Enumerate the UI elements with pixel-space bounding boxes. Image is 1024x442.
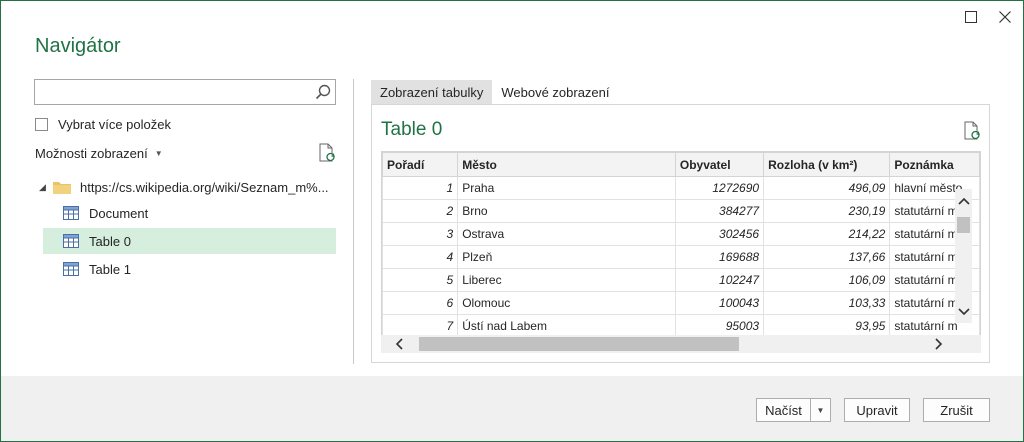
load-dropdown-button[interactable]: ▼ [811,398,831,422]
table-cell: 230,19 [763,199,891,223]
table-icon [63,234,79,248]
close-button[interactable] [995,7,1015,27]
table-row: 5 Liberec 102247 106,09 statutární m [382,268,980,292]
data-table: Pořadí Město Obyvatel Rozloha (v km²) Po… [382,152,980,338]
horizontal-scrollbar[interactable] [381,335,981,353]
table-row: 3 Ostrava 302456 214,22 statutární m [382,222,980,246]
table-row: 1 Praha 1272690 496,09 hlavní město [382,176,980,200]
select-multiple-row[interactable]: Vybrat více položek [35,115,171,133]
select-multiple-label: Vybrat více položek [58,116,171,132]
dialog-title: Navigátor [35,35,121,57]
tree-root-label: https://cs.wikipedia.org/wiki/Seznam_m%.… [80,179,329,195]
table-cell: 6 [382,291,459,315]
refresh-icon[interactable] [962,121,982,141]
table-cell: Praha [457,176,676,200]
tab-web-view[interactable]: Webové zobrazení [492,80,618,104]
scroll-left-icon[interactable] [389,335,409,353]
tree-item-document[interactable]: Document [43,200,336,226]
close-icon [999,11,1011,23]
display-options-dropdown[interactable]: Možnosti zobrazení ▼ [35,144,163,162]
scroll-up-icon[interactable] [955,189,972,213]
search-box [34,79,336,105]
column-header[interactable]: Rozloha (v km²) [763,152,891,177]
table-row: 4 Plzeň 169688 137,66 statutární m [382,245,980,269]
table-cell: Liberec [457,268,676,292]
table-cell: 214,22 [763,222,891,246]
column-header[interactable]: Město [457,152,676,177]
scroll-down-icon[interactable] [955,301,972,323]
table-cell: 2 [382,199,459,223]
data-grid: Pořadí Město Obyvatel Rozloha (v km²) Po… [381,151,981,353]
dialog-footer: Načíst ▼ Upravit Zrušit [1,376,1023,441]
tree-item-label: Table 1 [89,261,131,277]
horizontal-scroll-thumb[interactable] [419,337,739,351]
display-options-label: Možnosti zobrazení [35,145,148,161]
cancel-button[interactable]: Zrušit [923,398,990,422]
column-header[interactable]: Poznámka [889,152,980,177]
column-header[interactable]: Pořadí [382,152,459,177]
maximize-icon [965,11,977,23]
tree-item-table-1[interactable]: Table 1 [43,256,336,282]
collapse-arrow-icon[interactable]: ◢ [39,182,53,193]
select-multiple-checkbox[interactable] [35,117,48,131]
tree-item-label: Table 0 [89,233,131,249]
table-cell: Olomouc [457,291,676,315]
search-input[interactable] [35,80,311,104]
folder-icon [53,181,71,194]
table-cell: Brno [457,199,676,223]
table-cell: 102247 [674,268,765,292]
tree-root-node[interactable]: ◢ https://cs.wikipedia.org/wiki/Seznam_m… [39,176,329,198]
search-icon [315,84,330,100]
vertical-scrollbar[interactable] [955,189,972,323]
table-icon [63,206,79,220]
maximize-button[interactable] [961,7,981,27]
table-cell: 302456 [674,222,765,246]
table-cell: 137,66 [763,245,891,269]
table-cell: 5 [382,268,459,292]
tab-table-view[interactable]: Zobrazení tabulky [371,80,493,104]
table-cell: 100043 [674,291,765,315]
table-cell: 384277 [674,199,765,223]
table-cell: 1 [382,176,459,200]
table-cell: Ostrava [457,222,676,246]
search-button[interactable] [310,80,335,104]
table-icon [63,262,79,276]
table-cell: 4 [382,245,459,269]
load-button[interactable]: Načíst [756,398,811,422]
column-header[interactable]: Obyvatel [674,152,765,177]
preview-title: Table 0 [381,119,443,140]
table-cell: Plzeň [457,245,676,269]
caret-down-icon: ▼ [816,405,825,415]
table-row: 2 Brno 384277 230,19 statutární m [382,199,980,223]
tree-item-table-0[interactable]: Table 0 [43,228,336,254]
table-header-row: Pořadí Město Obyvatel Rozloha (v km²) Po… [382,152,980,177]
caret-down-icon: ▼ [154,148,163,158]
table-cell: 3 [382,222,459,246]
table-row: 6 Olomouc 100043 103,33 statutární m [382,291,980,315]
preview-panel: Table 0 Pořadí Město Obyvatel Rozloha (v… [371,104,990,363]
tree-item-label: Document [89,205,149,221]
edit-button[interactable]: Upravit [844,398,910,422]
table-cell: 496,09 [763,176,891,200]
vertical-scroll-thumb[interactable] [957,217,970,233]
table-cell: 1272690 [674,176,765,200]
refresh-icon[interactable] [317,143,337,163]
pane-divider[interactable] [353,79,354,364]
table-cell: 106,09 [763,268,891,292]
table-cell: 169688 [674,245,765,269]
preview-tabs: Zobrazení tabulky Webové zobrazení [371,80,619,104]
scroll-right-icon[interactable] [929,335,949,353]
navigator-dialog: Navigátor Vybrat více položek Možnosti z… [0,0,1024,442]
table-cell: 103,33 [763,291,891,315]
